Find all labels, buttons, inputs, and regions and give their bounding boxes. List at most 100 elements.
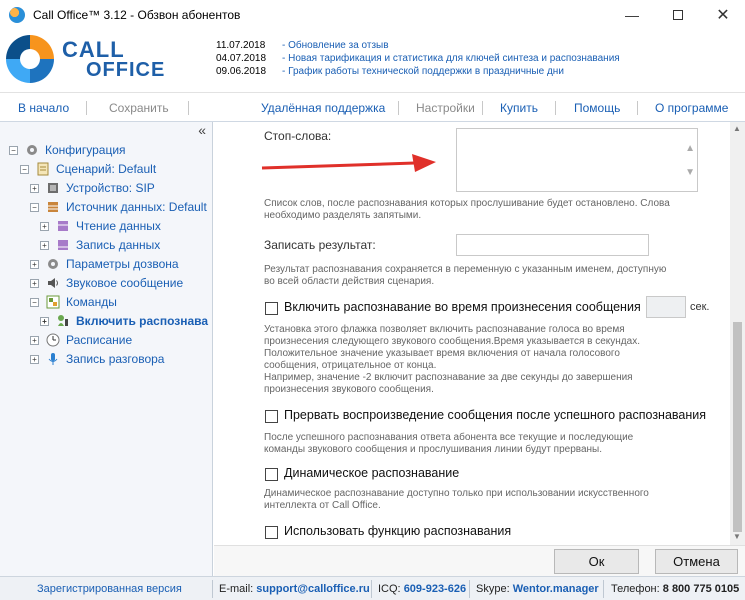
scroll-down-icon[interactable]: ▼ [685, 167, 695, 178]
dynamic-recognition-description: Динамическое распознавание доступно толь… [264, 488, 649, 511]
minimize-button[interactable]: — [609, 0, 655, 30]
news-date: 11.07.2018 [216, 40, 266, 51]
news-link[interactable]: - Обновление за отзыв [282, 39, 389, 52]
news-link[interactable]: - График работы технической поддержки в … [282, 65, 564, 78]
registered-version-link[interactable]: Зарегистрированная версия [37, 583, 182, 595]
tree-item-label: Запись разговора [66, 352, 165, 366]
use-recognition-function-checkbox[interactable] [265, 526, 278, 539]
skype-link[interactable]: Wentor.manager [513, 583, 599, 595]
expand-icon[interactable]: + [30, 183, 39, 193]
expand-icon[interactable]: − [30, 202, 39, 212]
maximize-button[interactable] [655, 0, 701, 30]
toolbar-divider [398, 101, 399, 115]
stopwords-label: Стоп-слова: [264, 129, 332, 143]
tree-item-label: Параметры дозвона [66, 257, 179, 271]
tree-item-schedule[interactable]: + Расписание [30, 331, 132, 349]
status-bar: Зарегистрированная версия E-mail: suppor… [0, 576, 745, 600]
email-link[interactable]: support@calloffice.ru [256, 583, 369, 595]
toolbar-divider [482, 101, 483, 115]
status-divider [371, 580, 372, 598]
toolbar: В начало Сохранить Удалённая поддержка Н… [0, 92, 745, 122]
tree-item-data-source[interactable]: − Источник данных: Default [30, 198, 207, 216]
database-read-icon [55, 218, 71, 234]
help-button[interactable]: Помощь [574, 101, 620, 115]
interrupt-playback-checkbox[interactable] [265, 410, 278, 423]
window-title: Call Office™ 3.12 - Обзвон абонентов [33, 8, 241, 22]
settings-button[interactable]: Настройки [416, 101, 475, 115]
during-message-description: Установка этого флажка позволяет включит… [264, 324, 640, 395]
commands-icon [45, 294, 61, 310]
interrupt-playback-description: После успешного распознавания ответа або… [264, 432, 634, 455]
save-button[interactable]: Сохранить [109, 101, 169, 115]
expand-icon[interactable]: + [40, 240, 49, 250]
scroll-down-icon[interactable]: ▼ [733, 532, 741, 541]
email-info: E-mail: support@calloffice.ru [219, 583, 370, 595]
expand-icon[interactable]: + [30, 335, 39, 345]
during-message-label: Включить распознавание во время произнес… [284, 300, 641, 314]
expand-icon[interactable]: + [40, 316, 49, 326]
sidebar: « − Конфигурация − Сценарий: Default + У… [0, 122, 213, 576]
stopwords-textarea[interactable]: ▲ ▼ [456, 128, 698, 192]
during-message-checkbox[interactable] [265, 302, 278, 315]
maximize-icon [673, 10, 683, 20]
gear-icon [24, 142, 40, 158]
expand-icon[interactable]: − [30, 297, 39, 307]
about-button[interactable]: О программе [655, 101, 728, 115]
logo-swirl-icon [6, 35, 54, 83]
news-item: 04.07.2018 - Новая тарификация и статист… [216, 52, 620, 65]
tree-item-configuration[interactable]: − Конфигурация [9, 141, 126, 159]
expand-icon[interactable]: + [40, 221, 49, 231]
collapse-sidebar-button[interactable]: « [198, 122, 206, 138]
app-icon [9, 7, 25, 23]
expand-icon[interactable]: + [30, 259, 39, 269]
scroll-up-icon[interactable]: ▲ [733, 124, 741, 133]
expand-icon[interactable]: + [30, 354, 39, 364]
tree-item-write-data[interactable]: + Запись данных [40, 236, 160, 254]
tree-item-label: Запись данных [76, 238, 161, 252]
tree-item-dial-params[interactable]: + Параметры дозвона [30, 255, 179, 273]
tree-item-device[interactable]: + Устройство: SIP [30, 179, 155, 197]
buy-button[interactable]: Купить [500, 101, 538, 115]
tree-item-label: Сценарий: Default [56, 162, 157, 176]
expand-icon[interactable]: − [20, 164, 29, 174]
remote-support-button[interactable]: Удалённая поддержка [261, 101, 385, 115]
header: CALL OFFICE 11.07.2018 - Обновление за о… [0, 30, 745, 92]
news-link[interactable]: - Новая тарификация и статистика для клю… [282, 52, 620, 65]
tree-item-scenario[interactable]: − Сценарий: Default [20, 160, 156, 178]
home-button[interactable]: В начало [18, 101, 69, 115]
interrupt-playback-label: Прервать воспроизведение сообщения после… [284, 408, 707, 422]
microphone-icon [45, 351, 61, 367]
expand-icon[interactable]: + [30, 278, 39, 288]
during-message-seconds-input[interactable] [646, 296, 686, 318]
tree-item-commands[interactable]: − Команды [30, 293, 117, 311]
tree-item-enable-recognition[interactable]: + Включить распознава [40, 312, 208, 330]
phone-number: 8 800 775 0105 [662, 583, 740, 595]
logo-text-office: OFFICE [86, 59, 166, 81]
close-button[interactable]: ✕ [700, 0, 745, 30]
red-arrow-icon [261, 154, 436, 172]
dynamic-recognition-checkbox[interactable] [265, 468, 278, 481]
icq-link[interactable]: 609-923-626 [404, 583, 466, 595]
dialog-button-bar: Ок Отмена [214, 545, 745, 576]
expand-icon[interactable]: − [9, 145, 18, 155]
scrollbar-thumb[interactable] [733, 322, 742, 532]
gear-icon [45, 256, 61, 272]
tree-item-label: Команды [66, 295, 117, 309]
cancel-button[interactable]: Отмена [655, 549, 738, 574]
status-divider [603, 580, 604, 598]
tree-item-sound-message[interactable]: + Звуковое сообщение [30, 274, 183, 292]
tree-item-call-recording[interactable]: + Запись разговора [30, 350, 164, 368]
ok-button[interactable]: Ок [554, 549, 639, 574]
tree-item-label: Устройство: SIP [66, 181, 155, 195]
scroll-up-icon[interactable]: ▲ [685, 143, 695, 154]
call-office-logo: CALL OFFICE [6, 33, 164, 87]
toolbar-divider [555, 101, 556, 115]
tree-item-read-data[interactable]: + Чтение данных [40, 217, 161, 235]
record-result-input[interactable] [456, 234, 649, 256]
news-date: 04.07.2018 [216, 53, 267, 64]
status-divider [212, 580, 213, 598]
tree-item-label: Чтение данных [76, 219, 161, 233]
script-icon [35, 161, 51, 177]
content-scrollbar[interactable]: ▲ ▼ [730, 122, 745, 545]
speaker-icon [45, 275, 61, 291]
